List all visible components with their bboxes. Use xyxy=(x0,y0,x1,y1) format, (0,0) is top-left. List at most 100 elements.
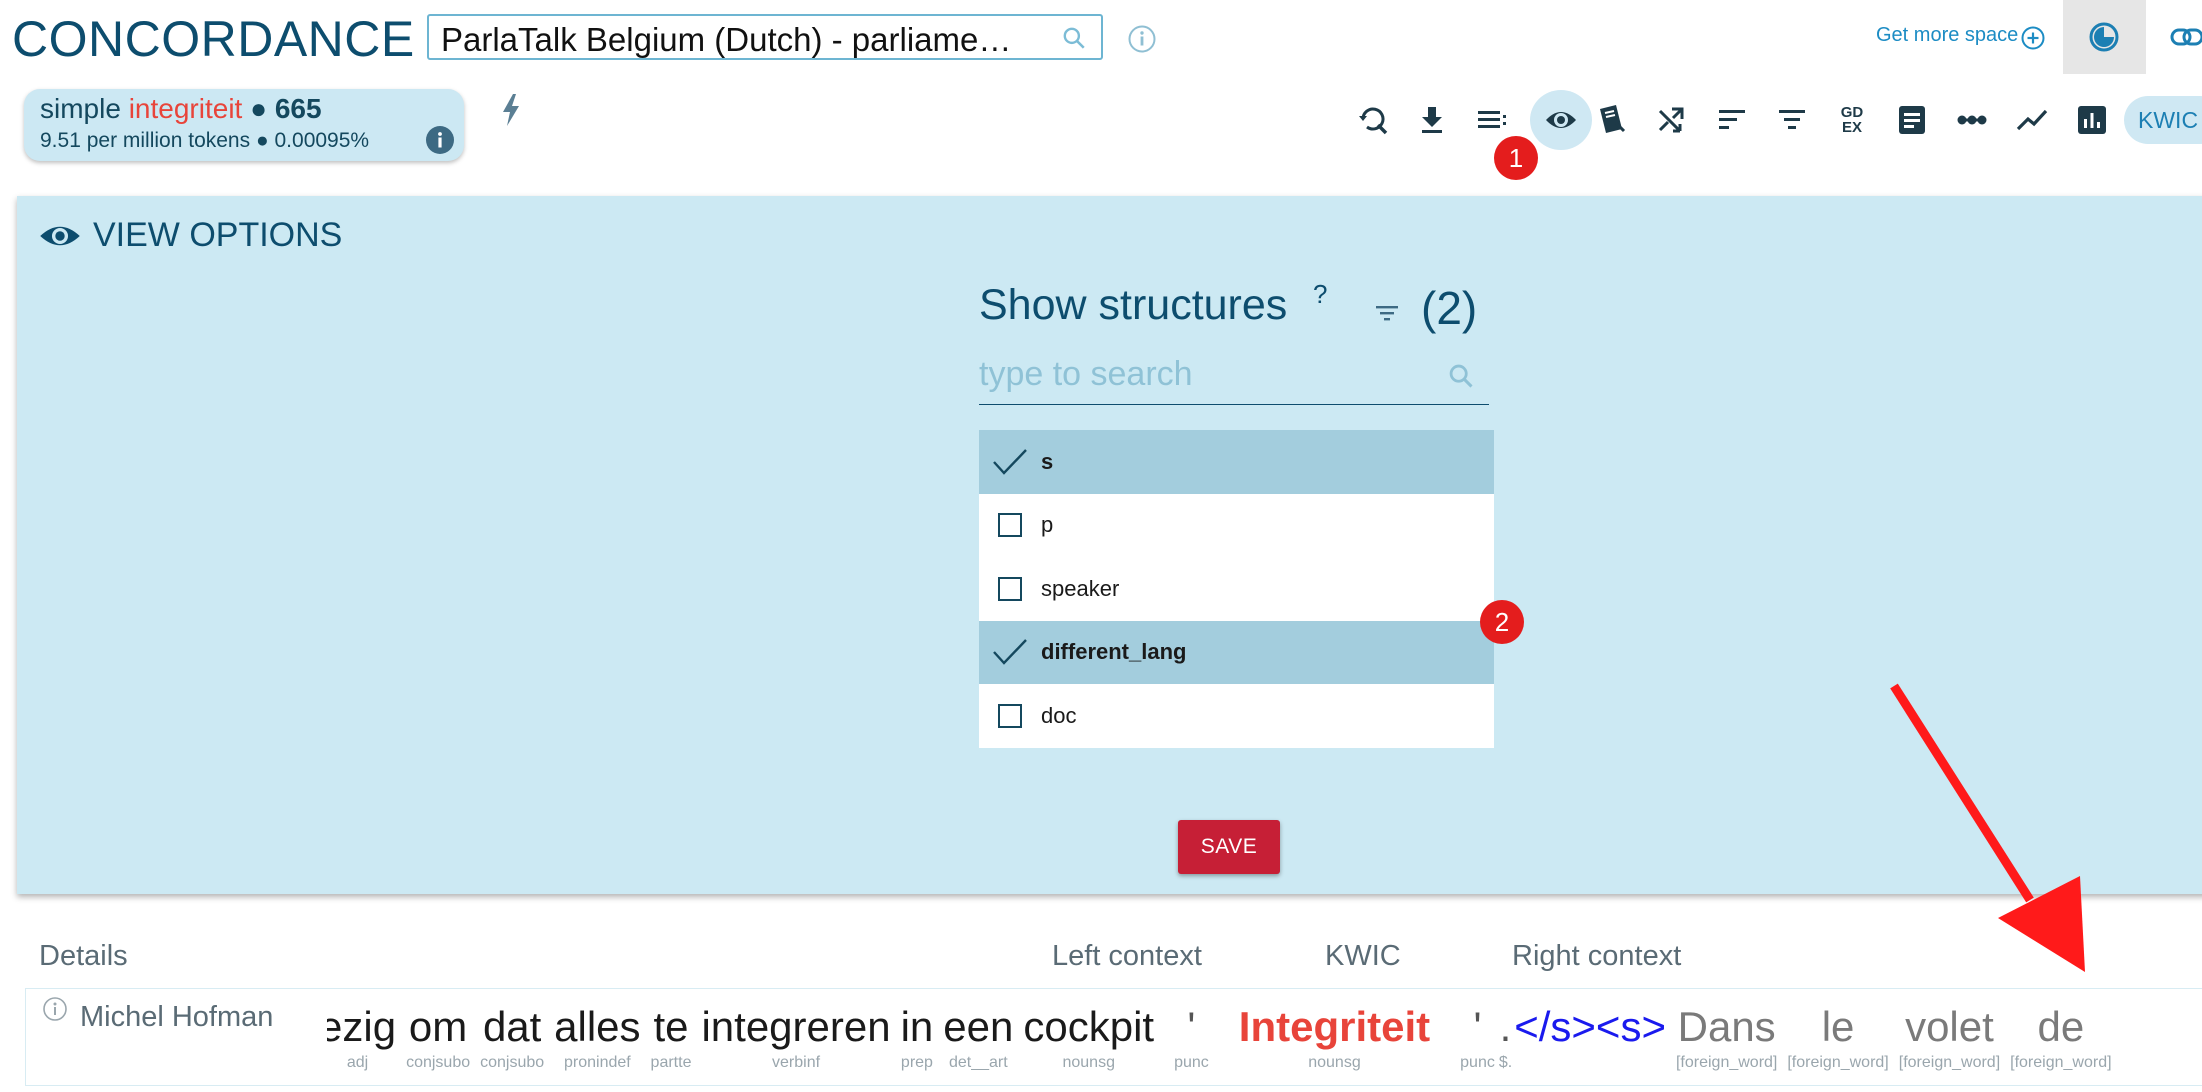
query-line: simple integriteit ● 665 xyxy=(40,93,322,125)
token[interactable]: . $. xyxy=(1499,1003,1512,1073)
token[interactable]: ' punc xyxy=(1460,1003,1495,1073)
filter-button[interactable] xyxy=(1772,100,1812,140)
structure-tag: </s><s> xyxy=(1514,1003,1666,1050)
view-options-button[interactable] xyxy=(1530,90,1592,150)
gdex-label: EX xyxy=(1841,119,1862,136)
step-badge: 2 xyxy=(1480,600,1524,644)
document-icon xyxy=(1899,106,1925,134)
help-mark[interactable]: ? xyxy=(1313,279,1327,310)
annotation-arrow-icon xyxy=(1890,683,2085,972)
kwic-view-toggle[interactable]: KWIC xyxy=(2124,96,2202,144)
token[interactable]: integreren verbinf xyxy=(701,1003,890,1073)
kwic-token[interactable]: Integriteit nounsg xyxy=(1239,1003,1430,1073)
bullet: ● xyxy=(255,129,269,152)
theme-icon xyxy=(2089,22,2119,52)
structure-label: speaker xyxy=(1041,575,1120,601)
structure-item-doc[interactable]: doc xyxy=(979,684,1494,748)
frequency-per-million: 9.51 per million tokens xyxy=(40,129,251,152)
bolt-icon[interactable] xyxy=(500,93,522,132)
structure-item-s[interactable]: s xyxy=(979,430,1494,494)
info-icon[interactable] xyxy=(42,996,68,1027)
query-term: integriteit xyxy=(128,93,243,124)
structure-search-input[interactable] xyxy=(979,348,1429,400)
refine-search-button[interactable] xyxy=(1353,100,1393,140)
shuffle-icon xyxy=(1658,107,1684,133)
token[interactable]: le [foreign_word] xyxy=(1787,1003,1888,1073)
eye-icon xyxy=(40,226,80,245)
info-icon[interactable] xyxy=(1127,24,1157,59)
structure-item-p[interactable]: p xyxy=(979,493,1494,557)
structure-item-different-lang[interactable]: different_lang xyxy=(979,620,1494,684)
frequency-button[interactable] xyxy=(1892,100,1932,140)
column-header-right-context: Right context xyxy=(1512,940,1682,972)
token[interactable]: in prep xyxy=(901,1003,934,1073)
frequency-percent: 0.00095% xyxy=(274,129,370,152)
corpus-selector[interactable]: ParlaTalk Belgium (Dutch) - parliame… xyxy=(427,14,1103,60)
search-icon xyxy=(1061,25,1087,56)
token[interactable]: ezig adj xyxy=(327,1003,396,1073)
column-header-kwic: KWIC xyxy=(1325,940,1401,972)
save-button[interactable]: SAVE xyxy=(1178,820,1280,874)
dots-line-icon xyxy=(1957,115,1987,125)
kwic-sentence-button[interactable] xyxy=(1472,100,1512,140)
column-header-left-context: Left context xyxy=(1052,940,1202,972)
lines-icon xyxy=(1478,111,1506,128)
checkbox-icon xyxy=(979,576,1041,601)
checkbox-icon xyxy=(979,703,1041,728)
theme-toggle-button[interactable] xyxy=(2063,0,2146,74)
gdex-label: GD xyxy=(1840,104,1864,121)
token[interactable]: een det__art xyxy=(943,1003,1013,1073)
shuffle-button[interactable] xyxy=(1651,100,1691,140)
plus-circle-icon[interactable] xyxy=(2020,25,2046,56)
view-options-label: VIEW OPTIONS xyxy=(93,216,343,254)
tickets-button[interactable] xyxy=(1591,100,1631,140)
search-history-icon xyxy=(1359,107,1388,135)
structures-heading: Show structures xyxy=(979,281,1288,329)
gdex-button[interactable]: GD EX xyxy=(1832,100,1872,140)
download-button[interactable] xyxy=(1412,100,1452,140)
token[interactable]: te partte xyxy=(651,1003,692,1073)
view-options-panel: VIEW OPTIONS Show structures ? (2) s p s… xyxy=(17,196,2202,894)
speaker-name: Michel Hofman xyxy=(80,1001,274,1033)
sort-icon xyxy=(1719,110,1745,129)
kwic-line[interactable]: ezig adj om conjsubo dat conjsubo alles pron… xyxy=(327,1003,2202,1087)
token[interactable]: volet [foreign_word] xyxy=(1899,1003,2000,1073)
filter-icon[interactable] xyxy=(1375,304,1399,327)
eye-icon xyxy=(1546,112,1576,128)
structure-label: p xyxy=(1041,512,1054,538)
info-icon[interactable] xyxy=(425,125,455,160)
token[interactable]: dat conjsubo xyxy=(480,1003,544,1073)
structure-search xyxy=(979,348,1489,405)
check-icon xyxy=(979,637,1041,667)
sort-button[interactable] xyxy=(1712,100,1752,140)
visualize-button[interactable] xyxy=(2072,100,2112,140)
bar-chart-icon xyxy=(2078,106,2106,134)
trends-button[interactable] xyxy=(2012,100,2052,140)
selected-count: (2) xyxy=(1421,282,1478,334)
filter-icon xyxy=(1779,110,1805,129)
structure-label: different_lang xyxy=(1041,639,1187,665)
token[interactable]: om conjsubo xyxy=(406,1003,470,1073)
corpus-name: ParlaTalk Belgium (Dutch) - parliame… xyxy=(441,21,1012,58)
search-icon xyxy=(1447,362,1475,395)
query-summary[interactable]: simple integriteit ● 665 9.51 per millio… xyxy=(24,89,464,161)
check-icon xyxy=(979,447,1041,477)
query-type: simple xyxy=(40,93,121,124)
link-icon[interactable] xyxy=(2170,22,2202,57)
structure-label: doc xyxy=(1041,702,1077,728)
trend-line-icon xyxy=(2016,109,2048,131)
token[interactable]: de [foreign_word] xyxy=(2010,1003,2111,1073)
structure-item-speaker[interactable]: speaker xyxy=(979,557,1494,621)
checkbox-icon xyxy=(979,513,1041,538)
collocations-button[interactable] xyxy=(1952,100,1992,140)
get-more-space-link[interactable]: Get more space xyxy=(1876,24,2018,47)
structure-list: s p speaker different_lang doc xyxy=(979,430,1494,748)
view-options-title: VIEW OPTIONS xyxy=(39,216,342,255)
token[interactable]: alles pronindef xyxy=(554,1003,640,1073)
token[interactable]: cockpit nounsg xyxy=(1023,1003,1154,1073)
column-header-details: Details xyxy=(39,940,128,972)
frequency-line: 9.51 per million tokens ● 0.00095% xyxy=(40,129,369,153)
download-icon xyxy=(1422,107,1442,133)
token[interactable]: ' punc xyxy=(1174,1003,1209,1073)
token[interactable]: Dans [foreign_word] xyxy=(1676,1003,1777,1073)
